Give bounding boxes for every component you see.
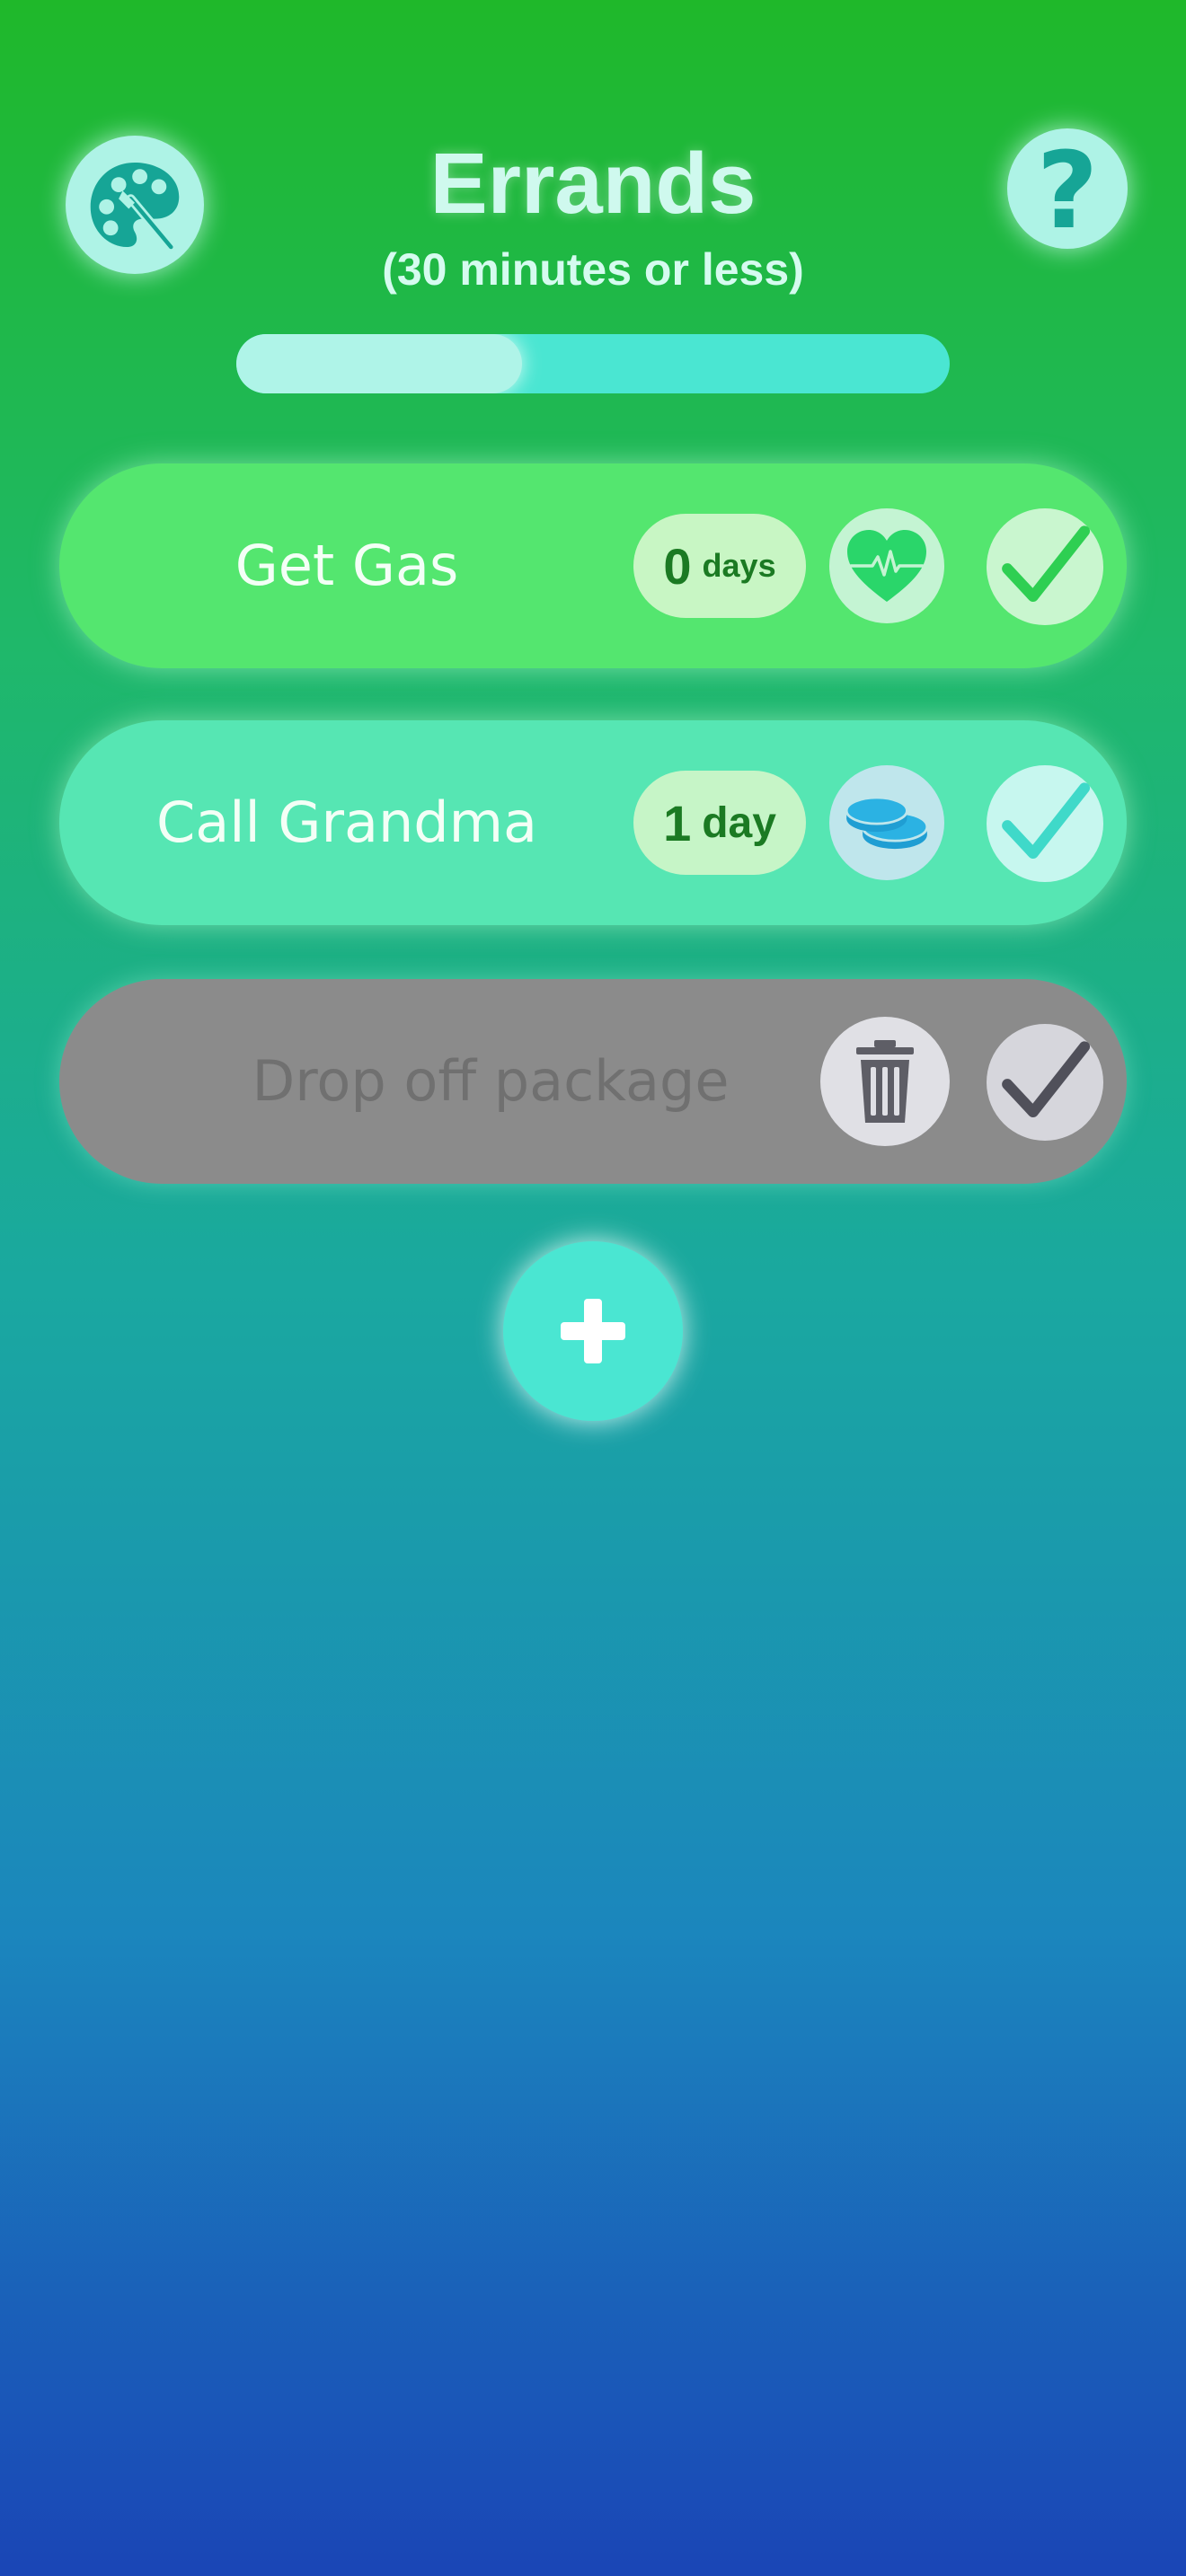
complete-button[interactable]: [987, 508, 1103, 625]
task-label: Get Gas: [235, 533, 459, 598]
page-subtitle: (30 minutes or less): [382, 244, 804, 295]
progress-bar: [236, 334, 950, 393]
checkmark-icon: [1002, 782, 1091, 860]
delete-button[interactable]: [820, 1017, 950, 1146]
streak-badge: 0 days: [633, 514, 806, 618]
streak-count: 0: [663, 537, 692, 595]
task-row-drop-off-package[interactable]: Drop off package: [59, 979, 1127, 1184]
help-button[interactable]: ?: [1007, 128, 1128, 249]
complete-button[interactable]: [987, 1024, 1103, 1141]
plus-icon: [561, 1299, 625, 1363]
streak-unit: day: [702, 798, 776, 847]
task-label: Drop off package: [252, 1048, 730, 1114]
trash-icon: [856, 1040, 914, 1123]
complete-button[interactable]: [987, 765, 1103, 882]
streak-count: 1: [663, 794, 692, 851]
progress-bar-fill: [236, 334, 522, 393]
checkmark-icon: [1002, 1041, 1091, 1118]
heart-pulse-icon: [847, 530, 926, 602]
streak-unit: days: [702, 547, 776, 584]
task-label: Call Grandma: [155, 790, 537, 855]
streak-badge: 1 day: [633, 771, 806, 875]
question-mark-icon: ?: [1036, 128, 1099, 252]
category-button[interactable]: [829, 508, 944, 623]
coins-icon: [845, 796, 929, 850]
task-row-call-grandma[interactable]: Call Grandma 1 day: [59, 720, 1127, 925]
checkmark-icon: [1002, 525, 1091, 603]
category-button[interactable]: [829, 765, 944, 880]
task-row-get-gas[interactable]: Get Gas 0 days: [59, 463, 1127, 668]
add-task-button[interactable]: [503, 1241, 683, 1421]
